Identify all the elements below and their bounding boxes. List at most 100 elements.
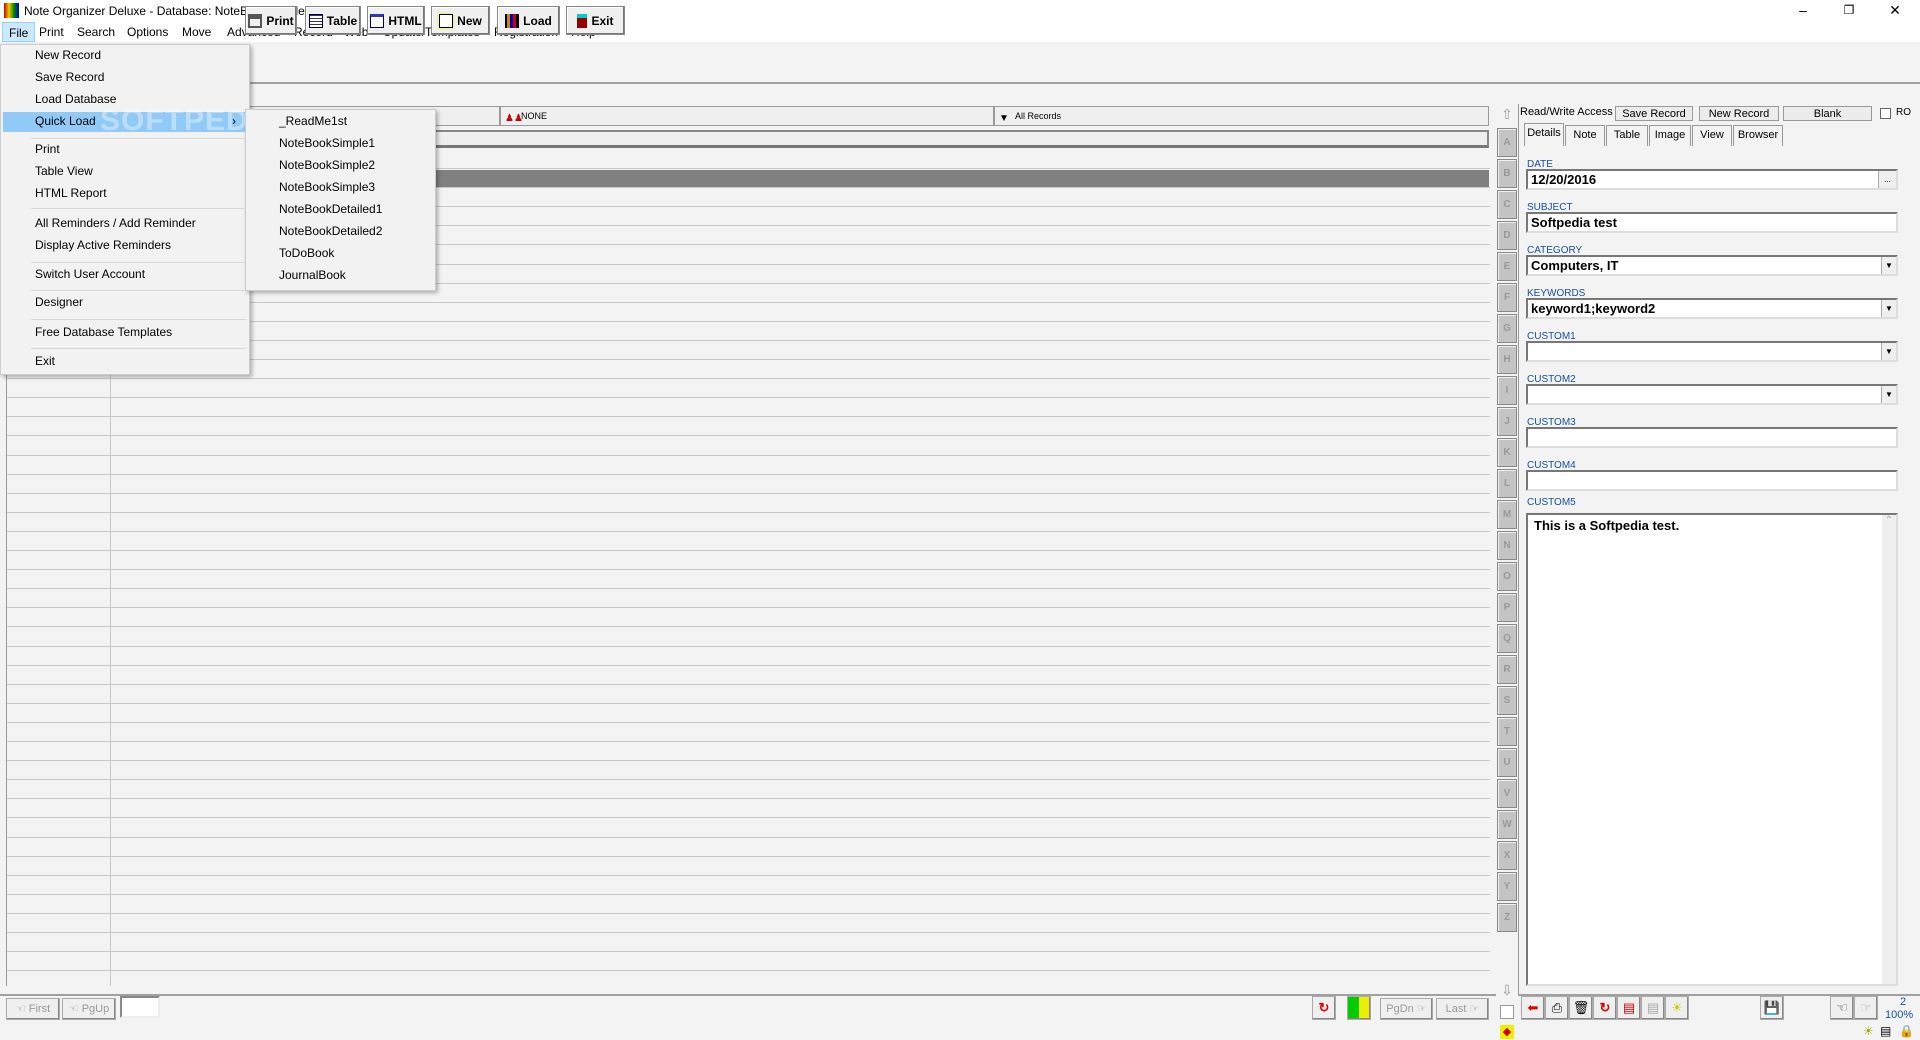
submenu-item-notebooksimple2[interactable]: NoteBookSimple2 xyxy=(279,158,375,172)
trash-icon[interactable]: 🗑 xyxy=(1569,996,1593,1020)
custom4-field[interactable] xyxy=(1526,470,1898,491)
alpha-button-k[interactable]: K xyxy=(1497,438,1517,467)
alpha-button-j[interactable]: J xyxy=(1497,407,1517,436)
scroll-up-icon[interactable]: ⇧ xyxy=(1497,106,1517,126)
alpha-button-s[interactable]: S xyxy=(1497,686,1517,715)
submenu-item-notebooksimple1[interactable]: NoteBookSimple1 xyxy=(279,136,375,150)
table-row[interactable] xyxy=(7,646,1490,647)
minimize-button[interactable]: – xyxy=(1780,0,1826,22)
new-record-button[interactable]: New Record xyxy=(1699,106,1779,121)
table-row[interactable] xyxy=(7,837,1490,838)
alpha-button-d[interactable]: D xyxy=(1497,221,1517,250)
page-input[interactable] xyxy=(120,996,160,1018)
exit-button[interactable]: Exit xyxy=(566,6,625,35)
alpha-button-r[interactable]: R xyxy=(1497,655,1517,684)
date-field[interactable]: 12/20/2016... xyxy=(1526,169,1898,190)
alpha-button-z[interactable]: Z xyxy=(1497,903,1517,932)
alpha-button-y[interactable]: Y xyxy=(1497,872,1517,901)
scroll-down-icon[interactable]: ⇩ xyxy=(1497,982,1517,1002)
table-row[interactable] xyxy=(7,817,1490,818)
alpha-button-t[interactable]: T xyxy=(1497,717,1517,746)
html-button[interactable]: HTML xyxy=(367,6,425,35)
menu-file[interactable]: File xyxy=(2,22,36,42)
custom3-field[interactable] xyxy=(1526,427,1898,448)
load-button[interactable]: Load xyxy=(497,6,560,35)
dropdown-arrow-icon[interactable]: ▼ xyxy=(1881,386,1896,403)
tab-browser[interactable]: Browser xyxy=(1733,125,1783,146)
submenu-item-todobook[interactable]: ToDoBook xyxy=(279,246,334,260)
table-row[interactable] xyxy=(7,760,1490,761)
submenu-item-readme1st[interactable]: _ReadMe1st xyxy=(279,114,347,128)
blank-button[interactable]: Blank xyxy=(1783,106,1872,121)
table-row[interactable] xyxy=(7,856,1490,857)
custom5-textarea[interactable]: This is a Softpedia test. ⌃ xyxy=(1526,513,1898,986)
tab-note[interactable]: Note xyxy=(1565,125,1605,146)
table-row[interactable] xyxy=(7,951,1490,952)
splitter-icon[interactable]: ◆ xyxy=(1500,1025,1514,1039)
print-record-icon[interactable]: ⎙ xyxy=(1545,996,1569,1020)
table-row[interactable] xyxy=(7,416,1490,417)
grid-header-records[interactable]: ▼ All Records xyxy=(994,106,1489,126)
table-button[interactable]: Table xyxy=(305,6,361,35)
table-row[interactable] xyxy=(7,894,1490,895)
submenu-item-journalbook[interactable]: JournalBook xyxy=(279,268,346,282)
table-row[interactable] xyxy=(7,493,1490,494)
back-arrow-icon[interactable]: ⬅ xyxy=(1521,996,1545,1020)
table-row[interactable] xyxy=(7,588,1490,589)
table-row[interactable] xyxy=(7,607,1490,608)
table-row[interactable] xyxy=(7,569,1490,570)
dropdown-arrow-icon[interactable]: ▼ xyxy=(1881,343,1896,360)
file-menu-item-save-record[interactable]: Save Record xyxy=(35,70,104,84)
select-checkbox[interactable] xyxy=(1500,1005,1514,1019)
keywords-field[interactable]: keyword1;keyword2 ▼ xyxy=(1526,298,1898,319)
table-row[interactable] xyxy=(7,722,1490,723)
table-row[interactable] xyxy=(7,397,1490,398)
table-row[interactable] xyxy=(7,779,1490,780)
alpha-button-a[interactable]: A xyxy=(1497,128,1517,157)
alpha-button-i[interactable]: I xyxy=(1497,376,1517,405)
table-row[interactable] xyxy=(7,378,1490,379)
paste-record-icon[interactable]: ▤ xyxy=(1641,996,1665,1020)
alpha-button-l[interactable]: L xyxy=(1497,469,1517,498)
file-menu-item-all-reminders-add-reminder[interactable]: All Reminders / Add Reminder xyxy=(35,216,196,230)
memo-scrollbar[interactable]: ⌃ xyxy=(1882,515,1896,984)
alpha-button-e[interactable]: E xyxy=(1497,252,1517,281)
alpha-button-h[interactable]: H xyxy=(1497,345,1517,374)
dropdown-arrow-icon[interactable]: ▼ xyxy=(1881,257,1896,274)
print-button[interactable]: Print xyxy=(245,6,297,35)
alpha-button-q[interactable]: Q xyxy=(1497,624,1517,653)
table-row[interactable] xyxy=(7,435,1490,436)
table-row[interactable] xyxy=(7,626,1490,627)
custom2-field[interactable]: ▼ xyxy=(1526,384,1898,405)
reminder-refresh-icon[interactable]: ↻ xyxy=(1593,996,1617,1020)
table-row[interactable] xyxy=(7,970,1490,971)
submenu-item-notebookdetailed1[interactable]: NoteBookDetailed1 xyxy=(279,202,382,216)
table-row[interactable] xyxy=(7,932,1490,933)
copy-record-icon[interactable]: ▤ xyxy=(1617,996,1641,1020)
new-button[interactable]: New xyxy=(431,6,490,35)
table-row[interactable] xyxy=(7,531,1490,532)
color-blocks-icon[interactable] xyxy=(1347,996,1371,1020)
alpha-button-f[interactable]: F xyxy=(1497,283,1517,312)
table-row[interactable] xyxy=(7,875,1490,876)
tab-table[interactable]: Table xyxy=(1606,125,1648,146)
tab-view[interactable]: View xyxy=(1692,125,1732,146)
alpha-button-b[interactable]: B xyxy=(1497,159,1517,188)
file-menu-item-load-database[interactable]: Load Database xyxy=(35,92,116,106)
file-menu-item-quick-load[interactable]: Quick Load xyxy=(35,114,96,128)
last-button[interactable]: Last ☞ xyxy=(1436,998,1489,1020)
hand-right-icon[interactable]: ☞ xyxy=(1854,996,1878,1020)
submenu-item-notebooksimple3[interactable]: NoteBookSimple3 xyxy=(279,180,375,194)
custom1-field[interactable]: ▼ xyxy=(1526,341,1898,362)
alpha-button-n[interactable]: N xyxy=(1497,531,1517,560)
grid-header-filter[interactable]: ♟♟ NONE xyxy=(500,106,994,126)
menu-search[interactable]: Search xyxy=(71,22,121,42)
save-disk-icon[interactable]: 💾 xyxy=(1760,996,1784,1020)
first-button[interactable]: ☜ First xyxy=(6,998,60,1020)
submenu-item-notebookdetailed2[interactable]: NoteBookDetailed2 xyxy=(279,224,382,238)
tab-image[interactable]: Image xyxy=(1649,125,1691,146)
alpha-button-o[interactable]: O xyxy=(1497,562,1517,591)
tab-details[interactable]: Details xyxy=(1524,123,1564,146)
alpha-button-w[interactable]: W xyxy=(1497,810,1517,839)
alpha-button-c[interactable]: C xyxy=(1497,190,1517,219)
